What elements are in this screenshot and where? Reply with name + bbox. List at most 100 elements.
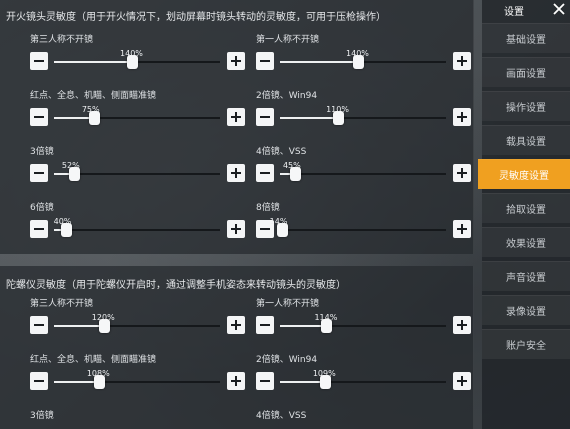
gyro-sensitivity-section: 陀螺仪灵敏度（用于陀螺仪开启时，通过调整手机姿态来转动镜头的灵敏度） 第三人称不… <box>0 266 474 429</box>
minus-icon <box>34 324 44 326</box>
slider-fill <box>280 61 359 63</box>
sidebar-item-7[interactable]: 声音设置 <box>482 261 570 291</box>
decrease-button[interactable] <box>256 52 274 70</box>
increase-button[interactable] <box>227 316 245 334</box>
slider-label: 2倍镜、Win94 <box>256 91 318 101</box>
sidebar-item-8[interactable]: 录像设置 <box>482 295 570 325</box>
slider-value: 120% <box>91 313 115 322</box>
sidebar-item-9[interactable]: 账户安全 <box>482 329 570 359</box>
slider-track[interactable]: 120% <box>54 313 220 333</box>
plus-icon <box>231 168 241 178</box>
minus-icon <box>260 324 270 326</box>
slider-track[interactable]: 108% <box>54 369 220 389</box>
slider-label: 4倍镜、VSS <box>256 147 307 157</box>
slider-value: 75% <box>81 105 100 114</box>
minus-icon <box>34 172 44 174</box>
minus-icon <box>34 380 44 382</box>
minus-icon <box>260 116 270 118</box>
increase-button[interactable] <box>453 52 471 70</box>
decrease-button[interactable] <box>30 220 48 238</box>
decrease-button[interactable] <box>30 316 48 334</box>
fire-slider-2: 红点、全息、机瞄、侧面瞄准镜 75% <box>30 88 245 128</box>
fire-section-title: 开火镜头灵敏度（用于开火情况下，划动屏幕时镜头转动的灵敏度，可用于压枪操作） <box>6 12 386 23</box>
gyro-section-title: 陀螺仪灵敏度（用于陀螺仪开启时，通过调整手机姿态来转动镜头的灵敏度） <box>6 280 346 291</box>
slider-label: 第一人称不开镜 <box>256 299 320 309</box>
minus-icon <box>34 228 44 230</box>
sidebar-item-4[interactable]: 灵敏度设置 <box>478 159 570 189</box>
slider-label: 红点、全息、机瞄、侧面瞄准镜 <box>30 91 157 101</box>
increase-button[interactable] <box>453 164 471 182</box>
plus-icon <box>457 56 467 66</box>
slider-track[interactable]: 14% <box>270 217 446 237</box>
slider-fill <box>280 325 327 327</box>
slider-value: 140% <box>120 49 143 58</box>
gyro-slider-0: 第三人称不开镜 120% <box>30 296 245 336</box>
increase-button[interactable] <box>453 316 471 334</box>
sidebar-item-1[interactable]: 画面设置 <box>482 57 570 87</box>
slider-value: 114% <box>314 313 338 322</box>
decrease-button[interactable] <box>256 316 274 334</box>
sidebar-item-0[interactable]: 基础设置 <box>482 23 570 53</box>
plus-icon <box>231 56 241 66</box>
fire-slider-3: 2倍镜、Win94 110% <box>256 88 471 128</box>
fire-slider-6: 6倍镜 40% <box>30 200 245 240</box>
slider-label: 4倍镜、VSS <box>256 411 307 421</box>
slider-value: 109% <box>312 369 336 378</box>
sidebar-item-6[interactable]: 效果设置 <box>482 227 570 257</box>
decrease-button[interactable] <box>256 164 274 182</box>
slider-track[interactable]: 140% <box>280 49 446 69</box>
slider-fill <box>54 325 104 327</box>
plus-icon <box>231 376 241 386</box>
slider-track[interactable]: 45% <box>280 161 446 181</box>
sidebar-item-5[interactable]: 拾取设置 <box>482 193 570 223</box>
increase-button[interactable] <box>227 372 245 390</box>
slider-track[interactable]: 140% <box>54 49 220 69</box>
minus-icon <box>260 172 270 174</box>
minus-icon <box>34 116 44 118</box>
decrease-button[interactable] <box>256 372 274 390</box>
gyro-slider-1: 第一人称不开镜 114% <box>256 296 471 336</box>
increase-button[interactable] <box>227 52 245 70</box>
sidebar-header: 设置 <box>482 0 570 19</box>
slider-value: 110% <box>326 105 349 114</box>
plus-icon <box>457 224 467 234</box>
minus-icon <box>260 380 270 382</box>
close-icon[interactable] <box>552 2 566 16</box>
slider-fill <box>54 61 133 63</box>
gyro-slider-3: 2倍镜、Win94 109% <box>256 352 471 392</box>
slider-value: 140% <box>346 49 369 58</box>
increase-button[interactable] <box>453 372 471 390</box>
slider-value: 14% <box>269 217 288 226</box>
slider-track[interactable]: 109% <box>280 369 446 389</box>
slider-label: 第一人称不开镜 <box>256 35 320 45</box>
plus-icon <box>231 112 241 122</box>
sidebar-title: 设置 <box>504 7 524 18</box>
increase-button[interactable] <box>453 220 471 238</box>
plus-icon <box>457 112 467 122</box>
sidebar-item-3[interactable]: 载具设置 <box>482 125 570 155</box>
decrease-button[interactable] <box>30 164 48 182</box>
sidebar-item-2[interactable]: 操作设置 <box>482 91 570 121</box>
decrease-button[interactable] <box>256 108 274 126</box>
slider-track[interactable]: 114% <box>280 313 446 333</box>
fire-sensitivity-section: 开火镜头灵敏度（用于开火情况下，划动屏幕时镜头转动的灵敏度，可用于压枪操作） 第… <box>0 0 474 254</box>
fire-slider-1: 第一人称不开镜 140% <box>256 32 471 72</box>
slider-track[interactable]: 110% <box>280 105 446 125</box>
increase-button[interactable] <box>227 220 245 238</box>
decrease-button[interactable] <box>30 52 48 70</box>
slider-track[interactable]: 75% <box>54 105 220 125</box>
slider-fill <box>280 117 339 119</box>
settings-sidebar: 设置 基础设置画面设置操作设置载具设置灵敏度设置拾取设置效果设置声音设置录像设置… <box>478 0 570 429</box>
gyro-slider-5: 4倍镜、VSS <box>256 408 471 429</box>
increase-button[interactable] <box>227 164 245 182</box>
slider-label: 8倍镜 <box>256 203 280 213</box>
slider-track[interactable]: 40% <box>54 217 220 237</box>
slider-fill <box>280 381 325 383</box>
settings-content[interactable]: 开火镜头灵敏度（用于开火情况下，划动屏幕时镜头转动的灵敏度，可用于压枪操作） 第… <box>0 0 480 429</box>
increase-button[interactable] <box>453 108 471 126</box>
decrease-button[interactable] <box>30 372 48 390</box>
decrease-button[interactable] <box>30 108 48 126</box>
increase-button[interactable] <box>227 108 245 126</box>
slider-track[interactable]: 52% <box>54 161 220 181</box>
slider-value: 40% <box>53 217 72 226</box>
